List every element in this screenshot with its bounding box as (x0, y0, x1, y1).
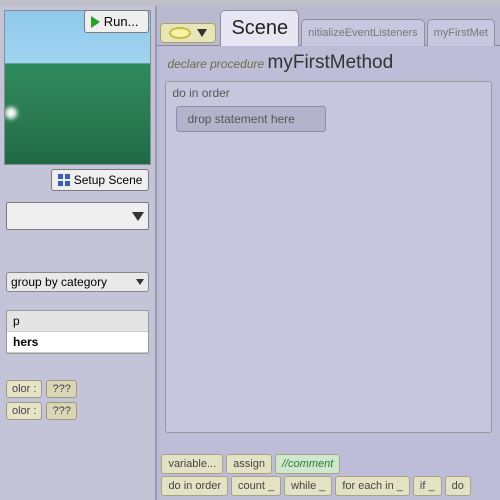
method-tiles: olor : ??? olor : ??? (6, 380, 149, 420)
tab-myfirstmethod[interactable]: myFirstMet (427, 19, 495, 46)
run-button[interactable]: Run... (84, 10, 150, 33)
block-header: do in order (172, 86, 485, 100)
left-panel: Run... Setup Scene group by category p h… (0, 6, 157, 500)
expand-icon (58, 174, 70, 186)
scene-panel: Run... Setup Scene (0, 6, 155, 198)
method-tile[interactable]: olor : (6, 402, 42, 420)
tile-count[interactable]: count _ (231, 476, 281, 496)
method-body: do in order drop statement here do in or… (157, 77, 500, 500)
drop-statement-zone[interactable]: drop statement here (176, 106, 326, 132)
group-label: group by category (11, 275, 107, 289)
scene-viewport[interactable] (4, 10, 151, 165)
play-icon (91, 16, 100, 28)
method-tile[interactable]: olor : (6, 380, 42, 398)
group-by-select[interactable]: group by category (6, 272, 149, 292)
value-tile[interactable]: ??? (46, 402, 76, 420)
app-root: Run... Setup Scene group by category p h… (0, 0, 500, 500)
setup-scene-button[interactable]: Setup Scene (51, 169, 150, 191)
tile-variable[interactable]: variable... (161, 454, 223, 474)
list-item[interactable]: p (7, 311, 148, 332)
category-list: p hers (6, 310, 149, 354)
tile-assign[interactable]: assign (226, 454, 272, 474)
tile-if[interactable]: if _ (413, 476, 442, 496)
value-tile[interactable]: ??? (46, 380, 76, 398)
run-label: Run... (104, 14, 139, 29)
object-selector[interactable] (6, 202, 149, 230)
do-in-order-block[interactable]: do in order drop statement here (165, 81, 492, 433)
tile-comment[interactable]: //comment (275, 454, 340, 474)
tile-do-in-order[interactable]: do in order (161, 476, 228, 496)
class-icon (169, 27, 191, 39)
editor-panel: Scene nitializeEventListeners myFirstMet… (157, 6, 500, 500)
chevron-down-icon (136, 279, 144, 285)
tile-do[interactable]: do (445, 476, 471, 496)
tab-initialize-listeners[interactable]: nitializeEventListeners (301, 19, 424, 46)
control-tile-bar: do in order count _ while _ for each in … (161, 476, 496, 496)
tab-scene[interactable]: Scene (220, 10, 299, 46)
class-selector[interactable] (160, 23, 216, 43)
control-tile-bar-2: variable... assign //comment (161, 454, 496, 474)
list-item[interactable]: hers (7, 332, 148, 353)
setup-label: Setup Scene (74, 173, 143, 187)
method-name: myFirstMethod (268, 52, 394, 73)
tab-bar: Scene nitializeEventListeners myFirstMet (157, 6, 500, 46)
tile-for-each[interactable]: for each in _ (335, 476, 410, 496)
chevron-down-icon (132, 212, 144, 221)
declare-prefix: declare procedure (167, 57, 264, 71)
chevron-down-icon (197, 29, 207, 37)
object-panel: group by category p hers olor : ??? olor… (0, 198, 155, 500)
tile-while[interactable]: while _ (284, 476, 332, 496)
group-row: group by category (6, 272, 149, 292)
method-declaration: declare procedure myFirstMethod (157, 46, 500, 77)
